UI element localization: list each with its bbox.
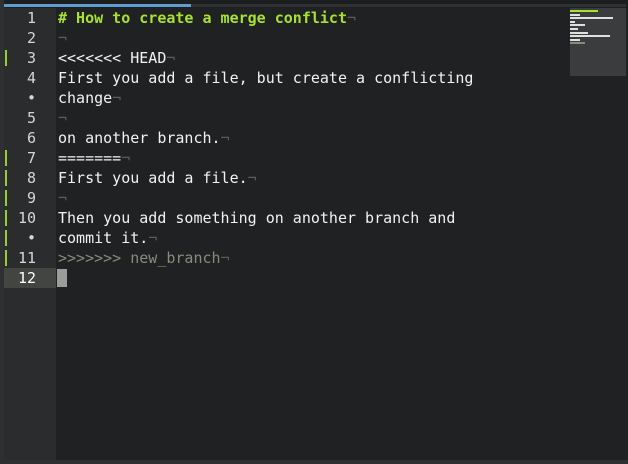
gutter-line[interactable]: 4 <box>4 68 56 88</box>
file-progress-fill <box>4 4 191 7</box>
minimap-line <box>570 35 610 38</box>
line-number-gutter[interactable]: 1 2 3 4 • 5 6 7 8 9 10 • 11 12 <box>4 8 56 460</box>
end-of-line-mark: ¬ <box>247 169 257 187</box>
code-line[interactable]: <<<<<<< HEAD¬ <box>58 48 175 68</box>
text-editor-area[interactable]: # How to create a merge conflict¬ ¬ <<<<<<… <box>56 8 568 460</box>
code-line[interactable]: ¬ <box>58 28 67 48</box>
end-of-line-mark: ¬ <box>121 149 131 167</box>
code-line[interactable]: First you add a file, but create a confl… <box>58 68 473 88</box>
minimap[interactable] <box>570 8 626 76</box>
line-number: 6 <box>26 129 36 147</box>
change-marker <box>5 250 7 266</box>
line-number: 12 <box>17 269 36 287</box>
line-number: 10 <box>17 209 36 227</box>
minimap-line <box>570 24 585 27</box>
change-marker <box>5 230 7 246</box>
gutter-line[interactable]: 12 <box>4 268 56 288</box>
text-cursor <box>57 269 67 287</box>
code-line[interactable]: commit it.¬ <box>58 228 157 248</box>
end-of-line-mark: ¬ <box>58 29 68 47</box>
minimap-line <box>570 17 613 20</box>
gutter-line[interactable]: 9 <box>4 188 56 208</box>
end-of-line-mark: ¬ <box>220 129 230 147</box>
code-line[interactable]: =======¬ <box>58 148 130 168</box>
gutter-line[interactable]: • <box>4 88 56 108</box>
line-number: 9 <box>26 189 36 207</box>
change-marker <box>5 50 7 66</box>
editor-window: 1 2 3 4 • 5 6 7 8 9 10 • 11 12 # How to create a merg… <box>0 0 628 464</box>
minimap-line <box>570 38 580 41</box>
minimap-line <box>570 28 578 30</box>
line-number: 1 <box>26 9 36 27</box>
line-text: change <box>58 89 113 107</box>
line-number: 8 <box>26 169 36 187</box>
end-of-line-mark: ¬ <box>58 109 68 127</box>
line-text: First you add a file, but create a confl… <box>58 69 474 87</box>
line-text: <<<<<<< HEAD <box>58 49 167 67</box>
line-text: Then you add something on another branch… <box>58 209 456 227</box>
line-number: 3 <box>26 49 36 67</box>
gutter-line[interactable]: 1 <box>4 8 56 28</box>
end-of-line-mark: ¬ <box>58 189 68 207</box>
minimap-line <box>570 42 585 45</box>
line-text: commit it. <box>58 229 149 247</box>
line-text: # How to create a merge conflict <box>58 9 347 27</box>
line-text: >>>>>>> new_branch <box>58 249 221 267</box>
line-number: 4 <box>26 69 36 87</box>
gutter-line[interactable]: 5 <box>4 108 56 128</box>
minimap-line <box>570 10 598 12</box>
gutter-line[interactable]: 6 <box>4 128 56 148</box>
line-number: 2 <box>26 29 36 47</box>
change-marker <box>5 190 7 206</box>
minimap-line <box>570 31 588 34</box>
minimap-line <box>570 20 575 23</box>
code-line[interactable]: ¬ <box>58 188 67 208</box>
change-marker <box>5 150 7 166</box>
line-number: 7 <box>26 149 36 167</box>
code-line[interactable]: Then you add something on another branch… <box>58 208 455 228</box>
gutter-line[interactable]: 3 <box>4 48 56 68</box>
end-of-line-mark: ¬ <box>220 249 230 267</box>
code-line[interactable]: ¬ <box>58 108 67 128</box>
gutter-line[interactable]: • <box>4 228 56 248</box>
code-line[interactable]: First you add a file.¬ <box>58 168 257 188</box>
gutter-line[interactable]: 7 <box>4 148 56 168</box>
change-marker <box>5 170 7 186</box>
window-bottom-border <box>0 460 628 464</box>
line-number: • <box>26 229 36 247</box>
line-number: 5 <box>26 109 36 127</box>
end-of-line-mark: ¬ <box>112 89 122 107</box>
change-marker <box>5 210 7 226</box>
gutter-line[interactable]: 10 <box>4 208 56 228</box>
minimap-line <box>570 13 580 16</box>
code-line[interactable]: change¬ <box>58 88 121 108</box>
gutter-line[interactable]: 8 <box>4 168 56 188</box>
line-text: First you add a file. <box>58 169 248 187</box>
end-of-line-mark: ¬ <box>346 9 357 27</box>
end-of-line-mark: ¬ <box>166 49 176 67</box>
line-text: on another branch. <box>58 129 221 147</box>
end-of-line-mark: ¬ <box>148 229 158 247</box>
markdown-heading-line[interactable]: # How to create a merge conflict¬ <box>58 8 356 28</box>
code-line[interactable]: >>>>>>> new_branch¬ <box>58 248 230 268</box>
gutter-line[interactable]: 2 <box>4 28 56 48</box>
line-text: ======= <box>58 149 122 167</box>
gutter-line[interactable]: 11 <box>4 248 56 268</box>
code-line[interactable]: on another branch.¬ <box>58 128 230 148</box>
line-number: • <box>26 89 36 107</box>
line-number: 11 <box>17 249 36 267</box>
